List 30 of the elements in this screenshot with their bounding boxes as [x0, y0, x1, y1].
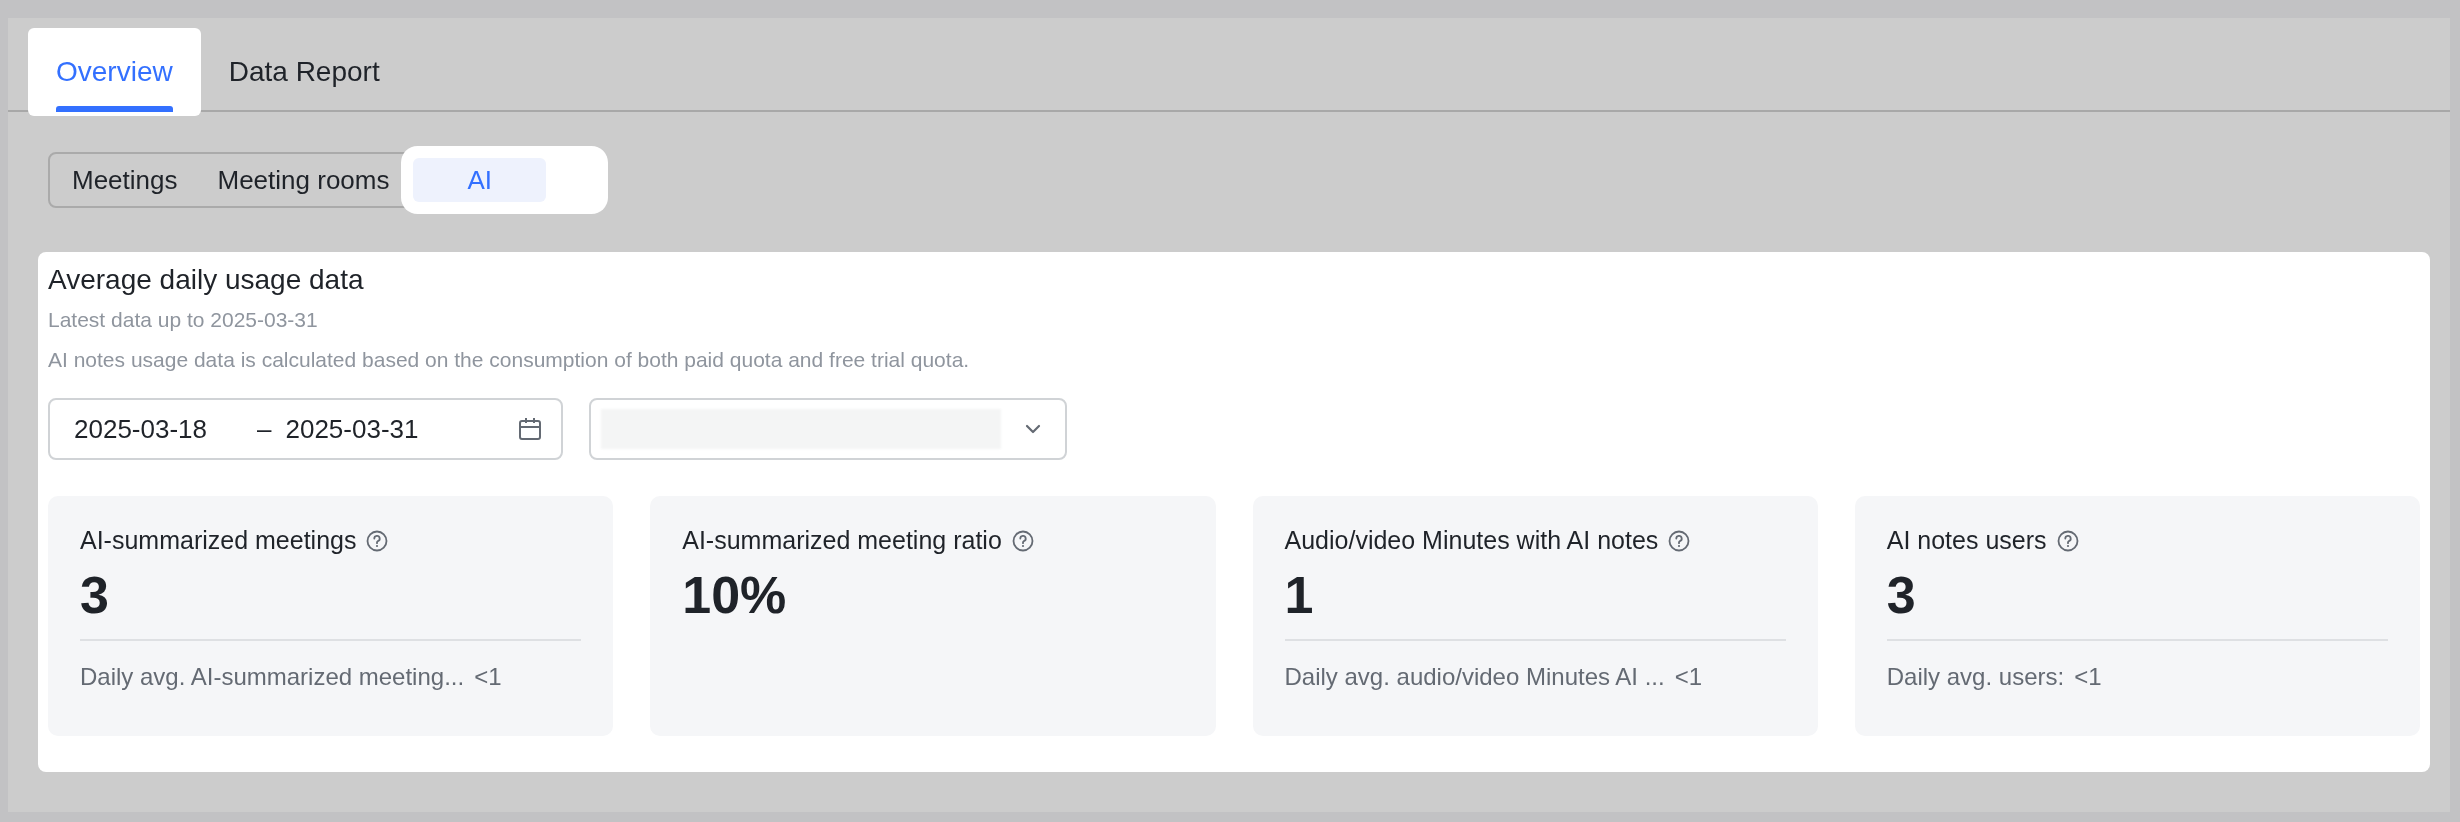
metric-label: AI-summarized meeting ratio [682, 526, 1002, 555]
metric-value: 10% [682, 565, 788, 625]
panel-title: Average daily usage data [48, 263, 365, 297]
metric-label: AI notes users [1886, 526, 2047, 555]
help-icon[interactable] [1668, 529, 1691, 552]
metric-value: 1 [1284, 565, 1315, 625]
footer-value: <1 [474, 663, 502, 691]
help-icon[interactable] [1011, 529, 1034, 552]
info-note: AI notes usage data is calculated based on the consumption of both paid quota and free trial quota. [48, 347, 971, 373]
segment-option[interactable]: Meetings [56, 158, 194, 202]
tab[interactable]: Overview [28, 28, 201, 116]
help-icon[interactable] [366, 529, 389, 552]
footer-label: Daily avg. audio/video Minutes AI ... [1284, 663, 1665, 691]
start-date: 2025-03-18 [74, 413, 207, 445]
footer-value: <1 [1674, 663, 1703, 691]
metric-value: 3 [80, 565, 110, 625]
metric-value: 3 [1886, 565, 1917, 625]
footer-label: Daily avg. users: [1886, 663, 2065, 691]
range-separator: – [257, 413, 272, 445]
segment-option[interactable]: Meeting rooms [201, 158, 406, 202]
date-range-field[interactable]: 2025-03-18 – 2025-03-31 [48, 398, 563, 460]
tab[interactable]: Data Report [200, 28, 408, 116]
end-date: 2025-03-31 [285, 413, 419, 445]
help-icon[interactable] [2056, 529, 2079, 552]
metric-label: Audio/video Minutes with AI notes [1284, 526, 1659, 555]
footer-label: Daily avg. AI-summarized meeting... [80, 663, 465, 691]
footer-value: <1 [2074, 663, 2102, 691]
updated-date: Latest data up to 2025-03-31 [48, 307, 319, 333]
calendar-icon [517, 416, 543, 442]
metric-label: AI-summarized meetings [80, 526, 357, 555]
